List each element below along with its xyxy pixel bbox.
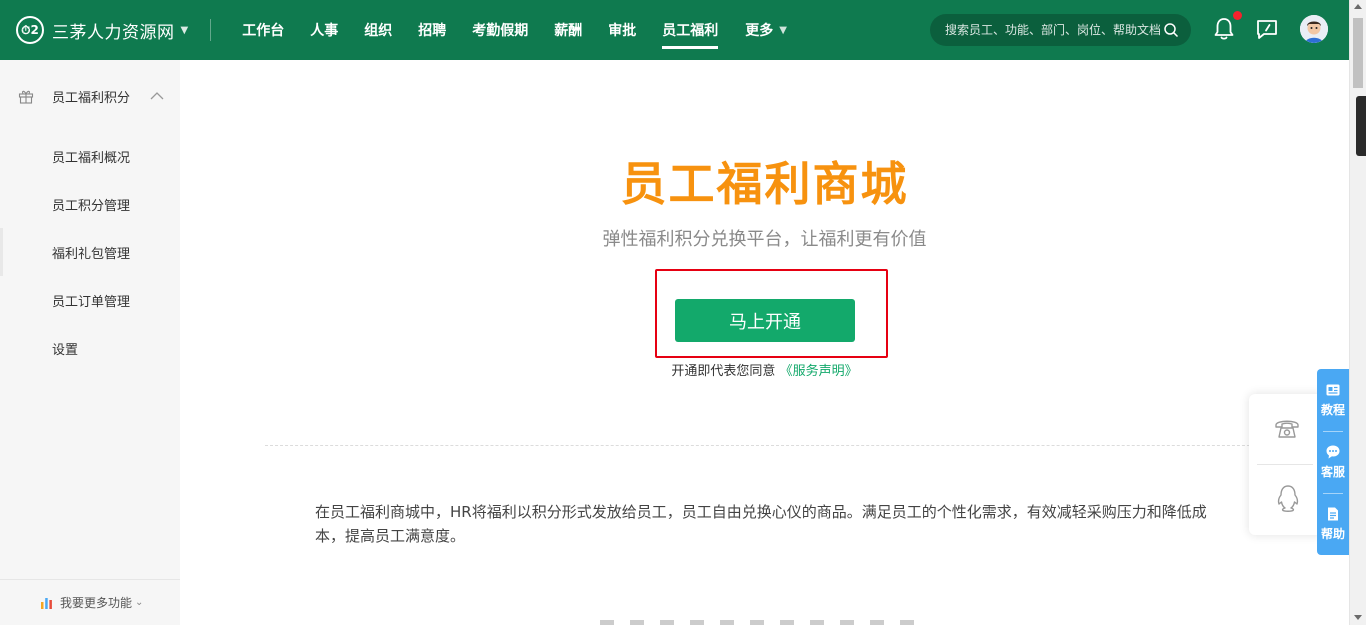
nav-item-attendance[interactable]: 考勤假期: [459, 0, 541, 60]
user-avatar[interactable]: [1300, 15, 1328, 43]
bar-chart-icon: [41, 597, 52, 609]
chevron-down-icon: ▼: [779, 24, 787, 36]
help-label: 帮助: [1320, 527, 1345, 541]
sidebar-item-order-management[interactable]: 员工订单管理: [0, 276, 180, 324]
sidebar-item-gift-package-management[interactable]: 福利礼包管理: [0, 228, 180, 276]
global-search[interactable]: [930, 14, 1191, 46]
more-features-label: 我要更多功能: [60, 596, 133, 610]
contact-panel: [1249, 394, 1321, 535]
nav-item-personnel[interactable]: 人事: [297, 0, 351, 60]
nav-item-approval[interactable]: 审批: [595, 0, 649, 60]
sidebar-group-label: 员工福利积分: [52, 90, 131, 106]
document-icon: [1328, 507, 1338, 521]
notification-badge: [1233, 11, 1242, 20]
nav-item-workbench[interactable]: 工作台: [229, 0, 297, 60]
logo-icon: ⏱2: [16, 16, 44, 44]
chat-check-icon[interactable]: [1255, 17, 1279, 41]
scroll-thumb[interactable]: [1353, 18, 1363, 88]
gift-icon: [18, 90, 34, 104]
qq-penguin-icon[interactable]: [1274, 484, 1302, 514]
search-icon[interactable]: [1163, 22, 1179, 38]
more-features-link[interactable]: 我要更多功能 ⌄: [0, 579, 180, 625]
activate-now-button[interactable]: 马上开通: [675, 299, 855, 342]
nav-item-employee-benefits[interactable]: 员工福利: [649, 0, 731, 60]
side-widget-tab[interactable]: [1356, 96, 1366, 156]
contact-divider: [1257, 464, 1313, 465]
brand[interactable]: ⏱2 三茅人力资源网 ▼: [0, 0, 188, 60]
nav-item-organization[interactable]: 组织: [351, 0, 405, 60]
nav-item-payroll[interactable]: 薪酬: [541, 0, 595, 60]
nav-more-label: 更多: [745, 23, 774, 39]
nav-item-more[interactable]: 更多 ▼: [731, 0, 801, 60]
tutorial-label: 教程: [1320, 403, 1345, 417]
scroll-down-arrow-icon[interactable]: [1354, 615, 1362, 620]
help-button[interactable]: 帮助: [1317, 493, 1349, 555]
book-icon: [1326, 384, 1340, 396]
customer-service-button[interactable]: 客服: [1317, 431, 1349, 493]
page-title: 员工福利商城: [620, 157, 909, 211]
main-content: 员工福利商城 弹性福利积分兑换平台，让福利更有价值 马上开通 开通即代表您同意 …: [180, 60, 1349, 625]
sidebar-item-points-management[interactable]: 员工积分管理: [0, 180, 180, 228]
tutorial-button[interactable]: 教程: [1317, 369, 1349, 431]
section-divider: [265, 445, 1265, 446]
chat-bubble-icon: [1326, 445, 1340, 459]
chevron-down-icon: ▼: [180, 24, 189, 36]
intro-paragraph: 在员工福利商城中，HR将福利以积分形式发放给员工，员工自由兑换心仪的商品。满足员…: [315, 503, 1207, 545]
agreement-notice: 开通即代表您同意 《服务声明》: [180, 360, 1349, 379]
bell-icon[interactable]: [1212, 16, 1236, 42]
page-subtitle: 弹性福利积分兑换平台，让福利更有价值: [602, 229, 927, 250]
brand-name: 三茅人力资源网: [52, 22, 175, 43]
scroll-up-arrow-icon[interactable]: [1354, 4, 1362, 9]
agreement-text: 开通即代表您同意: [671, 364, 776, 379]
main-nav: 工作台 人事 组织 招聘 考勤假期 薪酬 审批 员工福利 更多 ▼: [229, 0, 801, 60]
avatar-face-icon: [1300, 15, 1328, 43]
nav-item-recruiting[interactable]: 招聘: [405, 0, 459, 60]
search-input[interactable]: [945, 23, 1165, 37]
page-scrollbar[interactable]: [1349, 0, 1366, 625]
sidebar-item-settings[interactable]: 设置: [0, 324, 180, 372]
customer-service-label: 客服: [1320, 465, 1345, 479]
floating-toolbar: 教程 客服 帮助: [1317, 369, 1349, 555]
sidebar-item-benefits-overview[interactable]: 员工福利概况: [0, 132, 180, 180]
nav-divider: [210, 19, 212, 41]
sidebar: 员工福利积分 员工福利概况 员工积分管理 福利礼包管理 员工订单管理 设置 我要…: [0, 60, 180, 625]
chevron-up-icon: [150, 92, 164, 100]
sidebar-group-benefits-points[interactable]: 员工福利积分: [0, 60, 180, 132]
service-statement-link[interactable]: 《服务声明》: [780, 364, 858, 379]
chevron-down-icon: ⌄: [135, 597, 144, 608]
partially-visible-heading: [600, 620, 920, 625]
phone-icon[interactable]: [1273, 415, 1301, 443]
